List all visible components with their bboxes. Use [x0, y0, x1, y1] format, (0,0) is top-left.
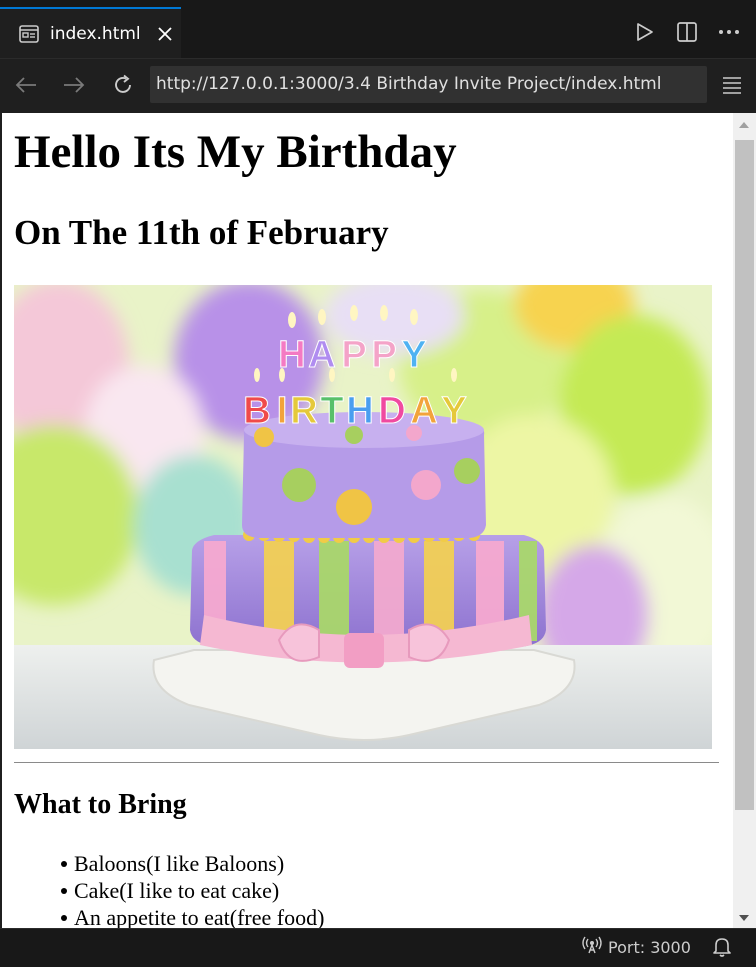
svg-text:H: H [346, 390, 373, 432]
scroll-up-icon[interactable] [737, 119, 751, 131]
status-bar: Port: 3000 [0, 928, 756, 967]
scrollbar-thumb[interactable] [735, 140, 754, 810]
more-icon[interactable] [716, 19, 742, 45]
svg-text:Y: Y [401, 334, 426, 376]
page-subtitle: On The 11th of February [14, 213, 389, 252]
bell-icon[interactable] [711, 936, 733, 958]
split-editor-icon[interactable] [674, 19, 700, 45]
hamburger-menu-icon[interactable] [719, 72, 745, 98]
scroll-down-icon[interactable] [737, 912, 751, 924]
horizontal-rule [14, 762, 719, 763]
list-item: Cake(I like to eat cake) [60, 877, 324, 904]
page-title: Hello Its My Birthday [14, 126, 457, 178]
port-label: Port: 3000 [608, 937, 691, 957]
svg-text:B: B [243, 390, 270, 432]
list-item: Baloons(I like Baloons) [60, 850, 324, 877]
port-status[interactable]: Port: 3000 [582, 936, 691, 958]
svg-text:T: T [320, 390, 343, 432]
svg-text:D: D [378, 390, 405, 432]
birthday-cake-image: H A P P Y B I R T H D A Y [14, 285, 712, 749]
svg-text:A: A [410, 390, 437, 432]
vertical-scrollbar[interactable] [733, 113, 756, 928]
list-item: An appetite to eat(free food) [60, 904, 324, 928]
bring-list: Baloons(I like Baloons) Cake(I like to e… [60, 850, 324, 928]
url-input[interactable]: http://127.0.0.1:3000/3.4 Birthday Invit… [150, 66, 707, 103]
reload-icon[interactable] [110, 72, 136, 98]
section-title: What to Bring [14, 789, 187, 820]
svg-text:I: I [277, 390, 288, 432]
radio-tower-icon [582, 936, 602, 958]
arrow-left-icon[interactable] [13, 72, 39, 98]
tab-label: index.html [50, 23, 141, 44]
editor-tab-bar: index.html [0, 0, 756, 59]
preview-icon [18, 23, 40, 45]
svg-text:P: P [341, 334, 366, 376]
browser-nav-bar: http://127.0.0.1:3000/3.4 Birthday Invit… [0, 59, 756, 112]
play-icon[interactable] [632, 19, 658, 45]
tab-index-html[interactable]: index.html [0, 7, 181, 58]
page-viewport: Hello Its My Birthday On The 11th of Feb… [2, 113, 733, 928]
svg-text:Y: Y [441, 390, 466, 432]
arrow-right-icon[interactable] [61, 72, 87, 98]
svg-text:R: R [290, 390, 317, 432]
close-icon[interactable] [155, 24, 175, 44]
